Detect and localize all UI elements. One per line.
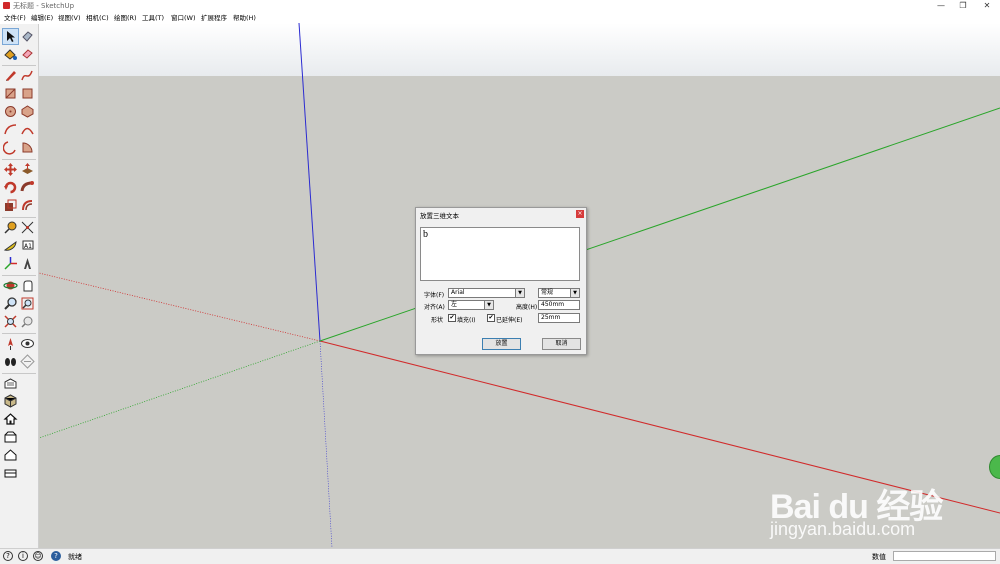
chevron-down-icon: ▼ — [515, 289, 524, 297]
menu-bar: 文件(F) 编辑(E) 视图(V) 相机(C) 绘图(R) 工具(T) 窗口(W… — [0, 11, 1000, 22]
right-view-icon[interactable] — [3, 465, 18, 480]
paint-bucket-icon[interactable] — [3, 46, 18, 61]
eraser-pink-icon[interactable] — [20, 46, 35, 61]
dialog-close-button[interactable]: × — [576, 210, 584, 218]
align-select[interactable]: 左 ▼ — [448, 300, 494, 310]
three-point-arc-icon[interactable] — [3, 140, 18, 155]
font-select[interactable]: Arial ▼ — [448, 288, 525, 298]
tape-measure-icon[interactable] — [3, 220, 18, 235]
align-label: 对齐(A) — [424, 304, 445, 311]
extrude-label: 已延伸(E) — [496, 317, 523, 324]
top-view-icon[interactable] — [3, 447, 18, 462]
menu-extensions[interactable]: 扩展程序 — [201, 12, 227, 22]
svg-text:A1: A1 — [24, 243, 32, 250]
zoom-icon[interactable] — [3, 296, 18, 311]
two-point-arc-icon[interactable] — [20, 122, 35, 137]
follow-me-icon[interactable] — [20, 180, 35, 195]
user-icon[interactable]: ☺ — [33, 551, 43, 561]
place-3d-text-dialog: 放置三维文本 × 字体(F) Arial ▼ 常规 ▼ 对齐(A) 左 ▼ 高度… — [415, 207, 587, 355]
geo-location-icon[interactable]: ? — [3, 551, 13, 561]
close-button[interactable]: ✕ — [980, 0, 994, 11]
push-pull-icon[interactable] — [20, 162, 35, 177]
z-axis-positive — [298, 23, 321, 342]
pie-icon[interactable] — [20, 140, 35, 155]
credits-icon[interactable]: i — [18, 551, 28, 561]
menu-draw[interactable]: 绘图(R) — [114, 12, 137, 22]
zoom-window-icon[interactable] — [20, 296, 35, 311]
select-icon[interactable] — [2, 28, 19, 45]
status-text: 就绪 — [68, 553, 82, 561]
menu-file[interactable]: 文件(F) — [4, 12, 26, 22]
shape-label: 形状 — [431, 317, 444, 324]
measurements-input[interactable] — [893, 551, 996, 561]
dialog-title: 放置三维文本 — [420, 212, 459, 220]
pan-icon[interactable] — [20, 278, 35, 293]
z-axis-negative — [319, 340, 333, 548]
zoom-extents-icon[interactable] — [3, 314, 18, 329]
place-button[interactable]: 放置 — [482, 338, 521, 350]
extrude-checkbox[interactable]: ✔ — [487, 314, 495, 322]
text-icon[interactable]: A1 — [20, 238, 35, 253]
move-icon[interactable] — [3, 162, 18, 177]
chevron-down-icon: ▼ — [570, 289, 579, 297]
section-plane-icon[interactable] — [20, 354, 35, 369]
x-axis-negative — [39, 272, 321, 342]
protractor-icon[interactable] — [3, 238, 18, 253]
arc-icon[interactable] — [3, 122, 18, 137]
instructor-icon[interactable]: ? — [51, 551, 61, 561]
title-bar: 无标题 - SketchUp — ❐ ✕ — [0, 0, 1000, 11]
rotate-icon[interactable] — [3, 180, 18, 195]
walk-icon[interactable] — [3, 354, 18, 369]
pencil-icon[interactable] — [3, 68, 18, 83]
menu-help[interactable]: 帮助(H) — [233, 12, 256, 22]
eraser-icon[interactable] — [20, 29, 35, 44]
fill-label: 填充(I) — [457, 317, 476, 324]
large-tool-set: A1 — [0, 24, 39, 548]
freehand-icon[interactable] — [20, 68, 35, 83]
height-label: 高度(H) — [516, 304, 538, 311]
3d-text-icon[interactable] — [20, 256, 35, 271]
height-input[interactable]: 450mm — [538, 300, 580, 310]
menu-view[interactable]: 视图(V) — [58, 12, 81, 22]
status-bar: ? i ☺ ? 就绪 数值 — [0, 548, 1000, 564]
minimize-button[interactable]: — — [934, 0, 948, 11]
previous-view-icon[interactable] — [20, 314, 35, 329]
style-select[interactable]: 常规 ▼ — [538, 288, 580, 298]
rectangle-icon[interactable] — [3, 86, 18, 101]
maximize-button[interactable]: ❐ — [956, 0, 970, 11]
circle-icon[interactable] — [3, 104, 18, 119]
components-icon[interactable] — [3, 393, 18, 408]
fill-checkbox[interactable]: ✔ — [448, 314, 456, 322]
scale-icon[interactable] — [3, 198, 18, 213]
y-axis-negative — [39, 340, 321, 439]
watermark-url: jingyan.baidu.com — [770, 519, 916, 539]
baidu-watermark: Bai du 经验 jingyan.baidu.com — [765, 455, 955, 545]
window-title: 无标题 - SketchUp — [13, 2, 75, 10]
rotated-rectangle-icon[interactable] — [20, 86, 35, 101]
font-label: 字体(F) — [424, 292, 445, 299]
menu-camera[interactable]: 相机(C) — [86, 12, 109, 22]
polygon-icon[interactable] — [20, 104, 35, 119]
menu-edit[interactable]: 编辑(E) — [31, 12, 53, 22]
orbit-icon[interactable] — [3, 278, 18, 293]
menu-window[interactable]: 窗口(W) — [171, 12, 196, 22]
warehouse-icon[interactable] — [3, 376, 18, 391]
axes-icon[interactable] — [3, 256, 18, 271]
sketchup-logo-icon — [3, 2, 10, 9]
dimension-icon[interactable] — [20, 220, 35, 235]
position-camera-icon[interactable] — [3, 336, 18, 351]
front-view-icon[interactable] — [3, 429, 18, 444]
chevron-down-icon: ▼ — [484, 301, 493, 309]
text-input[interactable] — [420, 227, 580, 281]
home-view-icon[interactable] — [3, 411, 18, 426]
look-around-icon[interactable] — [20, 336, 35, 351]
measurements-label: 数值 — [872, 553, 886, 561]
offset-icon[interactable] — [20, 198, 35, 213]
menu-tools[interactable]: 工具(T) — [142, 12, 164, 22]
cancel-button[interactable]: 取消 — [542, 338, 581, 350]
extrude-input[interactable]: 25mm — [538, 313, 580, 323]
